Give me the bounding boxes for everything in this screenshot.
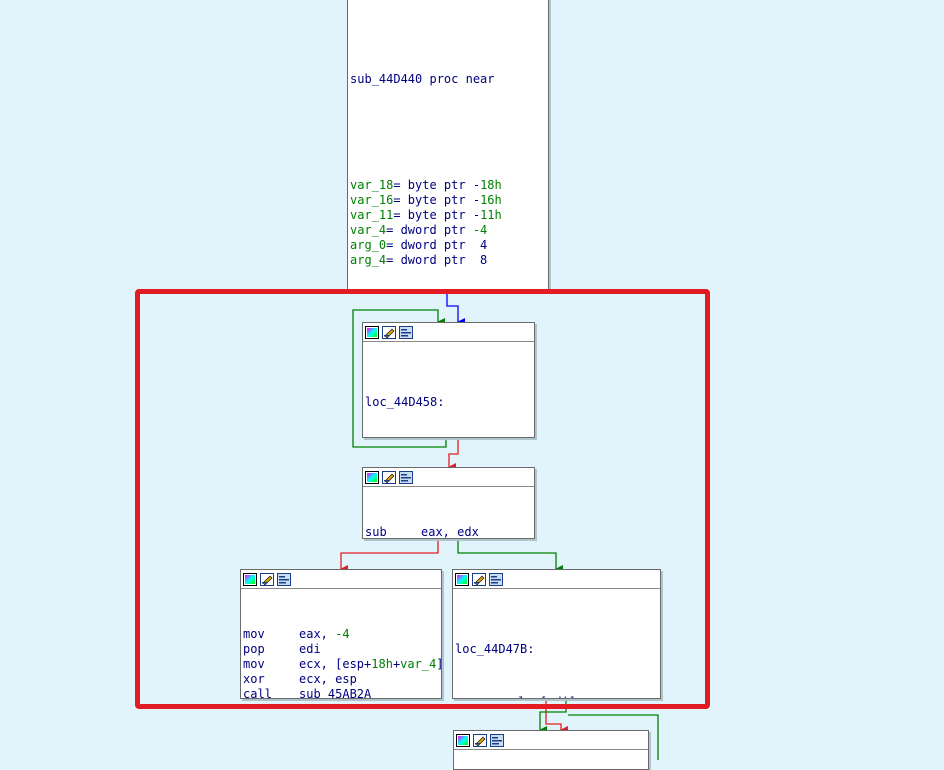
edge-entry-to-loop [446, 290, 465, 326]
entry-code: sub_44D440 proc near var_18= byte ptr -1… [348, 0, 548, 289]
node-properties-icon[interactable] [399, 470, 413, 484]
operand: ecx, esp [299, 672, 357, 686]
instruction-list: moval, [edi]pushesileaesi, [esp+20h+var_… [455, 695, 660, 698]
proc-header: sub_44D440 proc near [350, 72, 495, 86]
instruction-list: subeax, edxcmpeax, 0Bhjzshort loc_44D47B [365, 525, 534, 539]
mnemonic: sub [365, 525, 387, 539]
mnemonic: mov [243, 657, 265, 671]
entry-block[interactable]: sub_44D440 proc near var_18= byte ptr -1… [347, 0, 549, 290]
node-properties-icon[interactable] [489, 572, 503, 586]
instruction-line[interactable]: xor ecx, esp [243, 672, 441, 687]
var-name: var_11 [350, 208, 394, 222]
var-name: var_4 [350, 223, 387, 237]
mnemonic: pop [243, 642, 265, 656]
graph-color-icon[interactable] [455, 572, 469, 586]
edge-compare-to-fail [340, 539, 439, 573]
loop-label: loc_44D458: [365, 395, 445, 409]
graph-color-icon[interactable] [243, 572, 257, 586]
loop-code: loc_44D458: movcl, [eax]inceaxtestcl, cl… [363, 342, 534, 437]
compare-code: subeax, edxcmpeax, 0Bhjzshort loc_44D47B [363, 487, 534, 539]
rename-node-icon[interactable] [472, 572, 486, 586]
var-declaration[interactable]: var_18= byte ptr -18h [350, 178, 548, 193]
graph-color-icon[interactable] [365, 325, 379, 339]
loop-block[interactable]: loc_44D458: movcl, [eax]inceaxtestcl, cl… [362, 322, 535, 438]
edge-success-false [545, 699, 568, 734]
operand: eax, -4 [299, 627, 350, 641]
node-properties-icon[interactable] [399, 325, 413, 339]
var-declaration[interactable]: var_11= byte ptr -11h [350, 208, 548, 223]
instruction-line[interactable]: pop edi [243, 642, 441, 657]
compare-block[interactable]: subeax, edxcmpeax, 0Bhjzshort loc_44D47B [362, 467, 535, 539]
var-declaration[interactable]: var_4= dword ptr -4 [350, 223, 548, 238]
instruction-line[interactable]: mov eax, -4 [243, 627, 441, 642]
instruction-line[interactable]: moval, [edi] [455, 695, 660, 698]
operand: ecx, [esp+18h+var_4] [299, 657, 441, 671]
var-decl: = dword ptr 8 [386, 253, 488, 267]
fail-code: moveax, -4popedimovecx, [esp+18h+var_4]x… [241, 589, 441, 699]
graph-color-icon[interactable] [456, 733, 470, 747]
instruction-line[interactable]: sub eax, edx [365, 525, 534, 539]
success-code: loc_44D47B: moval, [edi]pushesileaesi, [… [453, 589, 660, 698]
graph-view[interactable]: sub_44D440 proc near var_18= byte ptr -1… [0, 0, 944, 770]
operand: sub_45AB2A [299, 687, 372, 699]
var-declaration[interactable]: arg_4= dword ptr 8 [350, 253, 548, 268]
rename-node-icon[interactable] [473, 733, 487, 747]
var-decl: = byte ptr -11h [393, 208, 502, 222]
node-header [453, 570, 660, 589]
edge-compare-to-success [457, 539, 563, 573]
operand: edi [299, 642, 321, 656]
node-properties-icon[interactable] [277, 572, 291, 586]
var-decl: = dword ptr -4 [386, 223, 488, 237]
rename-node-icon[interactable] [382, 470, 396, 484]
var-decl: = dword ptr 4 [386, 238, 488, 252]
var-list: var_18= byte ptr -18h var_16= byte ptr -1… [350, 178, 548, 268]
var-name: arg_4 [350, 253, 387, 267]
node-header [363, 468, 534, 487]
mnemonic: call [243, 687, 272, 699]
fail-block[interactable]: moveax, -4popedimovecx, [esp+18h+var_4]x… [240, 569, 442, 699]
mnemonic: xor [243, 672, 265, 686]
instruction-line[interactable]: call sub_45AB2A [243, 687, 441, 699]
var-declaration[interactable]: var_16= byte ptr -16h [350, 193, 548, 208]
var-decl: = byte ptr -16h [393, 193, 502, 207]
edge-success-true [539, 699, 567, 734]
edge-loop-to-compare [448, 438, 459, 471]
node-header [241, 570, 441, 589]
mnemonic: mov [243, 627, 265, 641]
var-name: arg_0 [350, 238, 387, 252]
instruction-list: moveax, -4popedimovecx, [esp+18h+var_4]x… [243, 627, 441, 699]
success-label: loc_44D47B: [455, 642, 535, 656]
instruction-line[interactable]: mov ecx, [esp+18h+var_4] [243, 657, 441, 672]
operand: eax, edx [421, 525, 479, 539]
next-block[interactable] [453, 730, 649, 770]
mnemonic: mov [455, 695, 511, 698]
operand: al, [edi] [511, 695, 576, 698]
var-name: var_18 [350, 178, 394, 192]
node-header [454, 731, 648, 750]
graph-color-icon[interactable] [365, 470, 379, 484]
rename-node-icon[interactable] [260, 572, 274, 586]
success-block[interactable]: loc_44D47B: moval, [edi]pushesileaesi, [… [452, 569, 661, 699]
var-declaration[interactable]: arg_0= dword ptr 4 [350, 238, 548, 253]
var-name: var_16 [350, 193, 394, 207]
node-properties-icon[interactable] [490, 733, 504, 747]
var-decl: = byte ptr -18h [393, 178, 502, 192]
node-header [363, 323, 534, 342]
rename-node-icon[interactable] [382, 325, 396, 339]
